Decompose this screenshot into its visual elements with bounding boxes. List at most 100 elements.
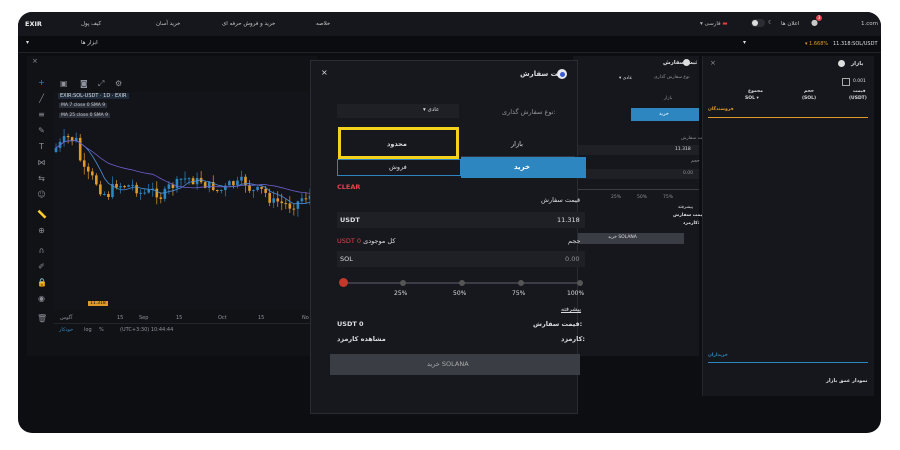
- candle-body: [268, 192, 271, 203]
- magnet-icon[interactable]: ∩: [37, 246, 46, 255]
- volume-input[interactable]: SOL 0.00: [337, 251, 585, 267]
- order-type-select[interactable]: ▾ عادی: [337, 104, 459, 118]
- buy-side-button[interactable]: خرید: [461, 157, 586, 178]
- slider-tick[interactable]: [577, 280, 583, 286]
- side-tab-market[interactable]: بازار: [664, 96, 672, 101]
- tab-market[interactable]: بازار: [461, 131, 575, 157]
- dropdown-chevron-icon[interactable]: ▾: [743, 39, 746, 46]
- nav-summary[interactable]: خلاصه: [316, 21, 330, 27]
- ma7-legend[interactable]: MA 7 close 0 SMA 9: [59, 103, 108, 108]
- lock-icon[interactable]: 🔒: [37, 278, 47, 287]
- candle-body: [280, 201, 284, 204]
- fib-icon[interactable]: ⇆: [37, 174, 46, 183]
- order-price-value: USDT 0: [337, 320, 364, 328]
- moving-average-line: [55, 139, 311, 205]
- col-total-header: مجموع: [748, 89, 763, 94]
- collapse-chevron-icon[interactable]: ▾: [26, 39, 29, 46]
- tab-limit-highlighted[interactable]: محدود: [338, 127, 459, 159]
- camera-icon[interactable]: ◙: [80, 79, 88, 88]
- candle-body: [260, 186, 263, 189]
- candle-body: [54, 147, 58, 152]
- advanced-link[interactable]: پیشرفته: [561, 306, 581, 313]
- side-submit-button[interactable]: خرید SOLANA: [573, 233, 684, 244]
- brush-icon[interactable]: ✎: [37, 126, 46, 135]
- log-scale-button[interactable]: log: [84, 327, 92, 333]
- side-volume-value: 0.00: [683, 171, 694, 176]
- pattern-icon[interactable]: ⋈: [37, 158, 46, 167]
- side-slider-track[interactable]: [573, 189, 699, 190]
- tools-label[interactable]: ابزار ها: [81, 40, 98, 46]
- price-input[interactable]: USDT 11.318: [337, 212, 585, 228]
- language-select[interactable]: ▾ فارسی ▬: [700, 21, 728, 27]
- order-price-label: قیمت سفارش:: [533, 320, 583, 328]
- fullscreen-icon[interactable]: ⤢: [98, 79, 104, 89]
- ruler-icon[interactable]: 📏: [37, 210, 47, 219]
- auto-scale-button[interactable]: خودکار: [59, 327, 73, 333]
- trend-line-icon[interactable]: ╱: [37, 94, 46, 103]
- side-price-input[interactable]: 11.318: [573, 145, 699, 155]
- candle-body: [99, 184, 102, 195]
- candle-body: [288, 203, 292, 209]
- side-buy-button[interactable]: خرید: [631, 108, 699, 121]
- trash-icon[interactable]: 🗑: [37, 314, 47, 323]
- nav-easy-buy[interactable]: خرید آسان: [156, 21, 180, 27]
- candle-body: [82, 160, 86, 167]
- candle-body: [119, 186, 122, 188]
- slider-tick[interactable]: [400, 280, 406, 286]
- close-chart-icon[interactable]: ×: [32, 57, 38, 65]
- percent-scale-button[interactable]: %: [99, 327, 104, 333]
- buyers-divider: [708, 362, 868, 363]
- notifications-label: اعلان ها: [781, 21, 800, 27]
- slider-tick[interactable]: [459, 280, 465, 286]
- candle-body: [163, 188, 167, 199]
- chart-type-icon[interactable]: ▣: [60, 79, 68, 88]
- slider-mark-50: 50%: [453, 290, 467, 297]
- col-volume-header: حجم: [804, 89, 815, 94]
- emoji-icon[interactable]: ☺: [37, 190, 46, 199]
- col-total-unit-label: SOL: [745, 96, 755, 101]
- settings-gear-icon[interactable]: ⚙: [115, 79, 122, 88]
- side-order-type-select[interactable]: ▾ عادی: [619, 76, 632, 81]
- nav-wallet[interactable]: کیف پول: [81, 21, 101, 27]
- candlestick-chart[interactable]: [54, 92, 312, 310]
- ma25-legend[interactable]: MA 25 close 0 SMA 9: [59, 113, 110, 118]
- slider-mark-75: 75%: [512, 290, 526, 297]
- tick-plus-icon[interactable]: [842, 78, 850, 86]
- sellers-divider: [708, 117, 868, 118]
- clear-button[interactable]: CLEAR: [337, 183, 360, 191]
- submit-buy-button[interactable]: خرید SOLANA: [330, 354, 580, 375]
- close-orderbook-icon[interactable]: ×: [710, 59, 716, 67]
- modal-close-icon[interactable]: ×: [321, 68, 328, 77]
- nav-pro-trade[interactable]: خرید و فروش حرفه ای: [222, 21, 275, 27]
- drawing-toolbar: + ╱ ≡ ✎ T ⋈ ⇆ ☺ 📏 ⊕ ∩ ✐ 🔒 ◉ 🗑: [30, 76, 52, 346]
- x-tick: آگوس: [60, 315, 73, 321]
- sell-side-button[interactable]: فروش: [337, 159, 461, 176]
- side-preview-label[interactable]: پیشرفته: [678, 205, 693, 210]
- candle-body: [131, 184, 134, 186]
- horizontal-lines-icon[interactable]: ≡: [37, 110, 46, 119]
- eye-icon[interactable]: ◉: [37, 294, 46, 303]
- amount-slider-thumb[interactable]: [339, 278, 348, 287]
- slider-tick[interactable]: [518, 280, 524, 286]
- zoom-in-icon[interactable]: ⊕: [37, 226, 46, 235]
- theme-toggle[interactable]: [751, 19, 765, 27]
- candle-body: [62, 136, 66, 142]
- col-total-unit[interactable]: SOL ▾: [745, 96, 759, 101]
- tab-limit-label: محدود: [387, 140, 407, 148]
- side-buy-label: خرید: [659, 111, 669, 117]
- tick-size-select[interactable]: 0.001: [853, 79, 866, 84]
- notifications-button[interactable]: اعلان ها: [781, 21, 799, 27]
- side-volume-input[interactable]: 0.00: [573, 169, 699, 179]
- view-fee-link[interactable]: مشاهده کارمزد: [337, 335, 386, 343]
- candle-body: [256, 186, 259, 191]
- pair-label[interactable]: 11.318:SOL/USDT: [833, 41, 878, 47]
- crosshair-icon[interactable]: +: [37, 78, 46, 87]
- candle-body: [248, 185, 251, 191]
- sell-side-label: فروش: [389, 163, 407, 171]
- balance-value: USDT 0: [337, 237, 362, 245]
- drawing-mode-icon[interactable]: ✐: [37, 262, 46, 271]
- exir-logo[interactable]: EXIR: [25, 20, 42, 28]
- top-navigation: EXIR کیف پول خرید آسان خرید و فروش حرفه …: [18, 12, 881, 36]
- text-tool-icon[interactable]: T: [37, 142, 46, 151]
- volume-value: 0.00: [565, 255, 580, 263]
